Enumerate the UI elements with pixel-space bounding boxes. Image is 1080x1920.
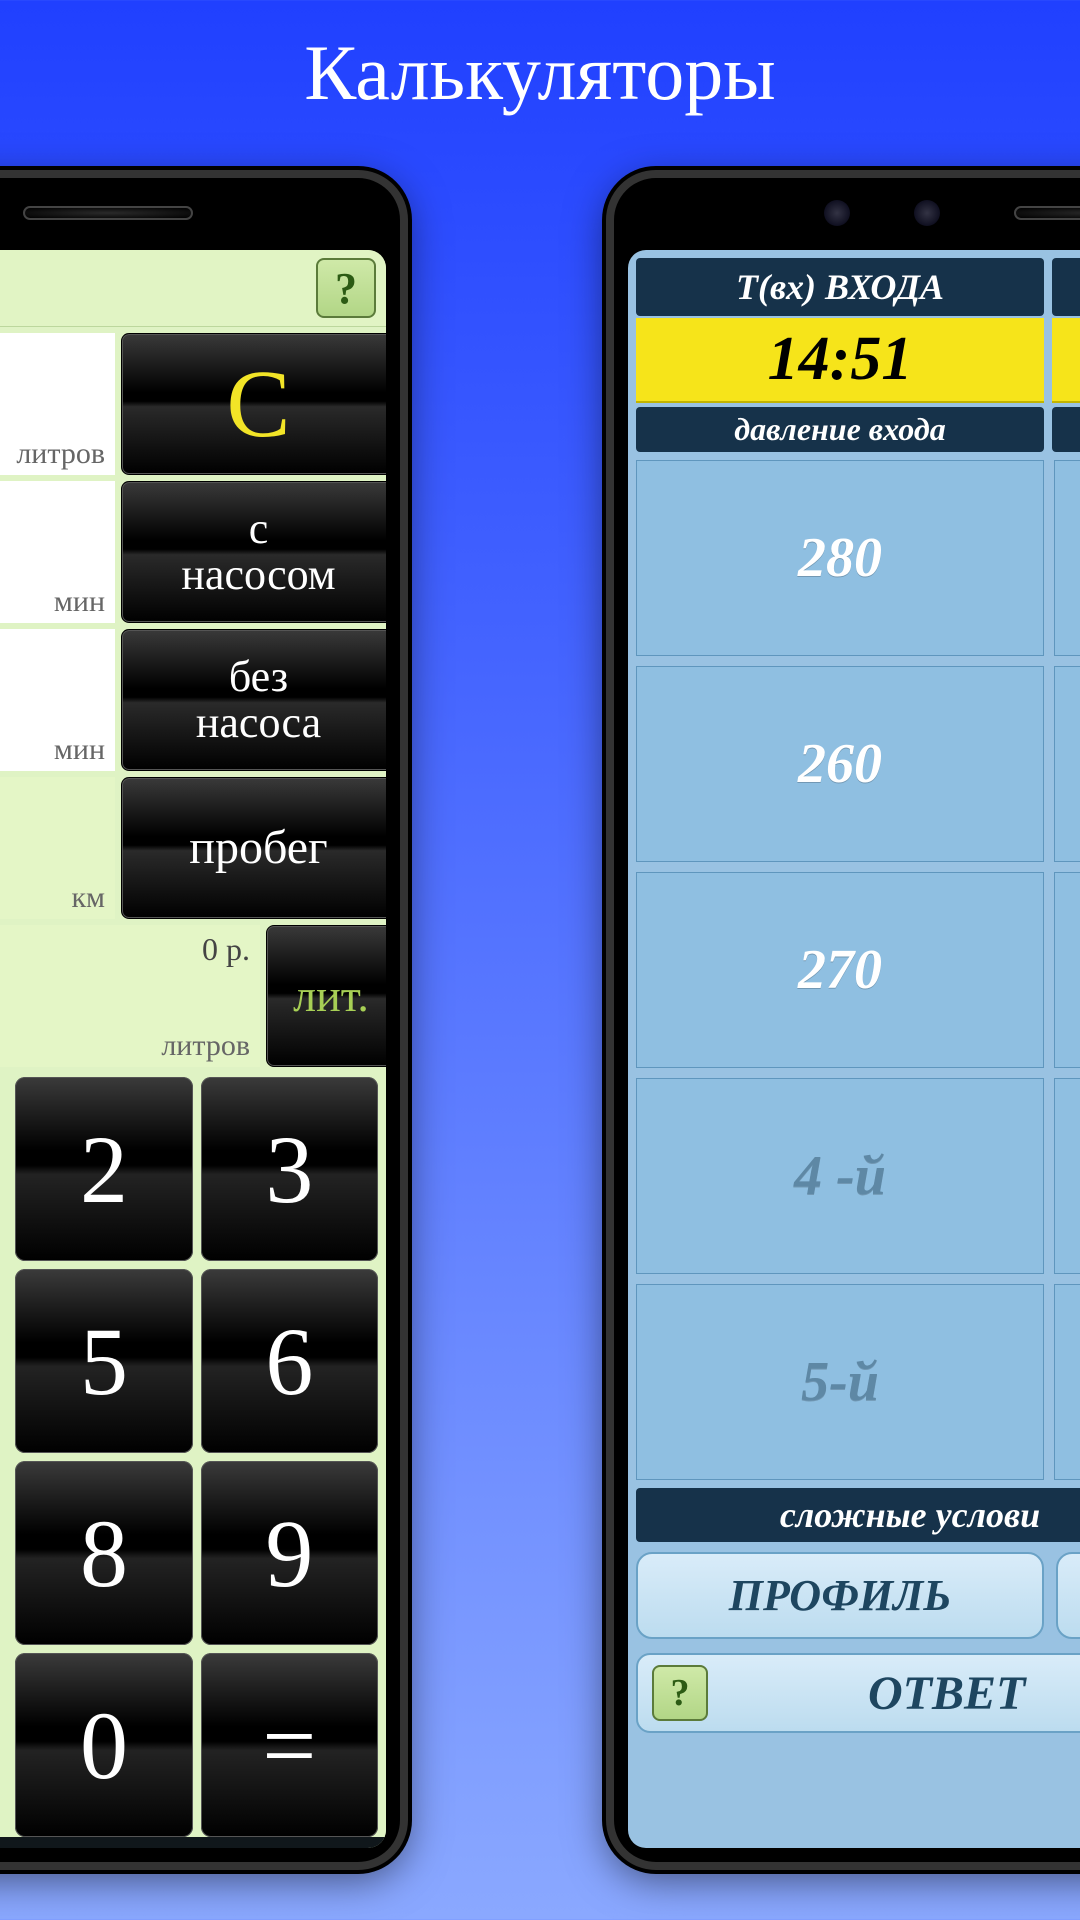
pressure-cell-3[interactable]: 270	[636, 872, 1044, 1068]
input-liters[interactable]: ть литров	[0, 333, 115, 475]
answer-label: ОТВЕТ	[868, 1666, 1025, 1721]
with-pump-line1: с	[249, 506, 269, 552]
subheader-col2: дав	[1052, 407, 1080, 452]
camera-icon	[914, 200, 940, 226]
key-5[interactable]: 5	[15, 1269, 192, 1453]
without-pump-button[interactable]: без насоса	[121, 629, 386, 771]
screen-right: Т(вх) ВХОДА Т 14:51 давление входа дав 2…	[628, 250, 1080, 1848]
key-equals[interactable]: =	[201, 1653, 378, 1837]
key-2[interactable]: 2	[15, 1077, 192, 1261]
profile-button[interactable]: ПРОФИЛЬ	[636, 1552, 1044, 1639]
pressure-cell-5b[interactable]	[1054, 1284, 1080, 1480]
settings-button[interactable]	[201, 1845, 386, 1848]
pressure-cell-4b[interactable]	[1054, 1078, 1080, 1274]
input-minutes-1[interactable]: и мин	[0, 481, 115, 623]
help-button[interactable]: ?	[316, 258, 376, 318]
key-6[interactable]: 6	[201, 1269, 378, 1453]
left-header-bar: обавить ?	[0, 250, 386, 327]
with-pump-line2: насосом	[181, 552, 335, 598]
pressure-cell-1[interactable]: 280	[636, 460, 1044, 656]
keypad: 2 3 5 6 8 9 0 =	[0, 1067, 386, 1837]
input-liters-unit: литров	[16, 437, 105, 471]
bottom-bar	[0, 1837, 386, 1848]
pressure-cell-1b[interactable]	[1054, 460, 1080, 656]
lit-button[interactable]: лит.	[266, 925, 386, 1067]
eraser-button[interactable]	[15, 1845, 200, 1848]
page-title: Калькуляторы	[0, 0, 1080, 118]
time-value[interactable]: 14:51	[636, 318, 1044, 403]
subheader-pressure-in: давление входа	[636, 407, 1044, 452]
header-t-in: Т(вх) ВХОДА	[636, 258, 1044, 316]
result-cell: 0 р. литров	[0, 925, 260, 1067]
help-button[interactable]: ?	[652, 1665, 708, 1721]
pressure-cell-4[interactable]: 4 -й	[636, 1078, 1044, 1274]
header-col2: Т	[1052, 258, 1080, 316]
pressure-cell-5[interactable]: 5-й	[636, 1284, 1044, 1480]
phone-frame-right: Т(вх) ВХОДА Т 14:51 давление входа дав 2…	[606, 170, 1080, 1870]
time-value-2[interactable]	[1052, 318, 1080, 403]
with-pump-button[interactable]: с насосом	[121, 481, 386, 623]
result-unit: литров	[161, 1029, 250, 1063]
input-minutes-2-unit: мин	[54, 733, 105, 767]
second-button[interactable]: Ф	[1056, 1552, 1080, 1639]
key-9[interactable]: 9	[201, 1461, 378, 1645]
without-pump-line1: без	[229, 654, 288, 700]
input-km-unit: км	[71, 881, 105, 915]
answer-button[interactable]: ? ОТВЕТ	[636, 1653, 1080, 1733]
without-pump-line2: насоса	[196, 700, 321, 746]
result-price: 0 р.	[202, 931, 250, 968]
speaker-grille	[23, 206, 193, 220]
mileage-button[interactable]: пробег	[121, 777, 386, 919]
complex-conditions-label: сложные услови	[636, 1488, 1080, 1542]
pressure-cell-2b[interactable]	[1054, 666, 1080, 862]
pressure-cell-3b[interactable]	[1054, 872, 1080, 1068]
input-minutes-2[interactable]: и мин	[0, 629, 115, 771]
key-3[interactable]: 3	[201, 1077, 378, 1261]
clear-button[interactable]: C	[121, 333, 386, 475]
input-minutes-1-unit: мин	[54, 585, 105, 619]
speaker-grille	[1014, 206, 1080, 220]
camera-icon	[824, 200, 850, 226]
screen-left: обавить ? ть литров C и мин с насосом и …	[0, 250, 386, 1848]
pressure-cell-2[interactable]: 260	[636, 666, 1044, 862]
phone-frame-left: обавить ? ть литров C и мин с насосом и …	[0, 170, 408, 1870]
input-km[interactable]: км	[0, 777, 115, 919]
key-8[interactable]: 8	[15, 1461, 192, 1645]
key-0[interactable]: 0	[15, 1653, 192, 1837]
